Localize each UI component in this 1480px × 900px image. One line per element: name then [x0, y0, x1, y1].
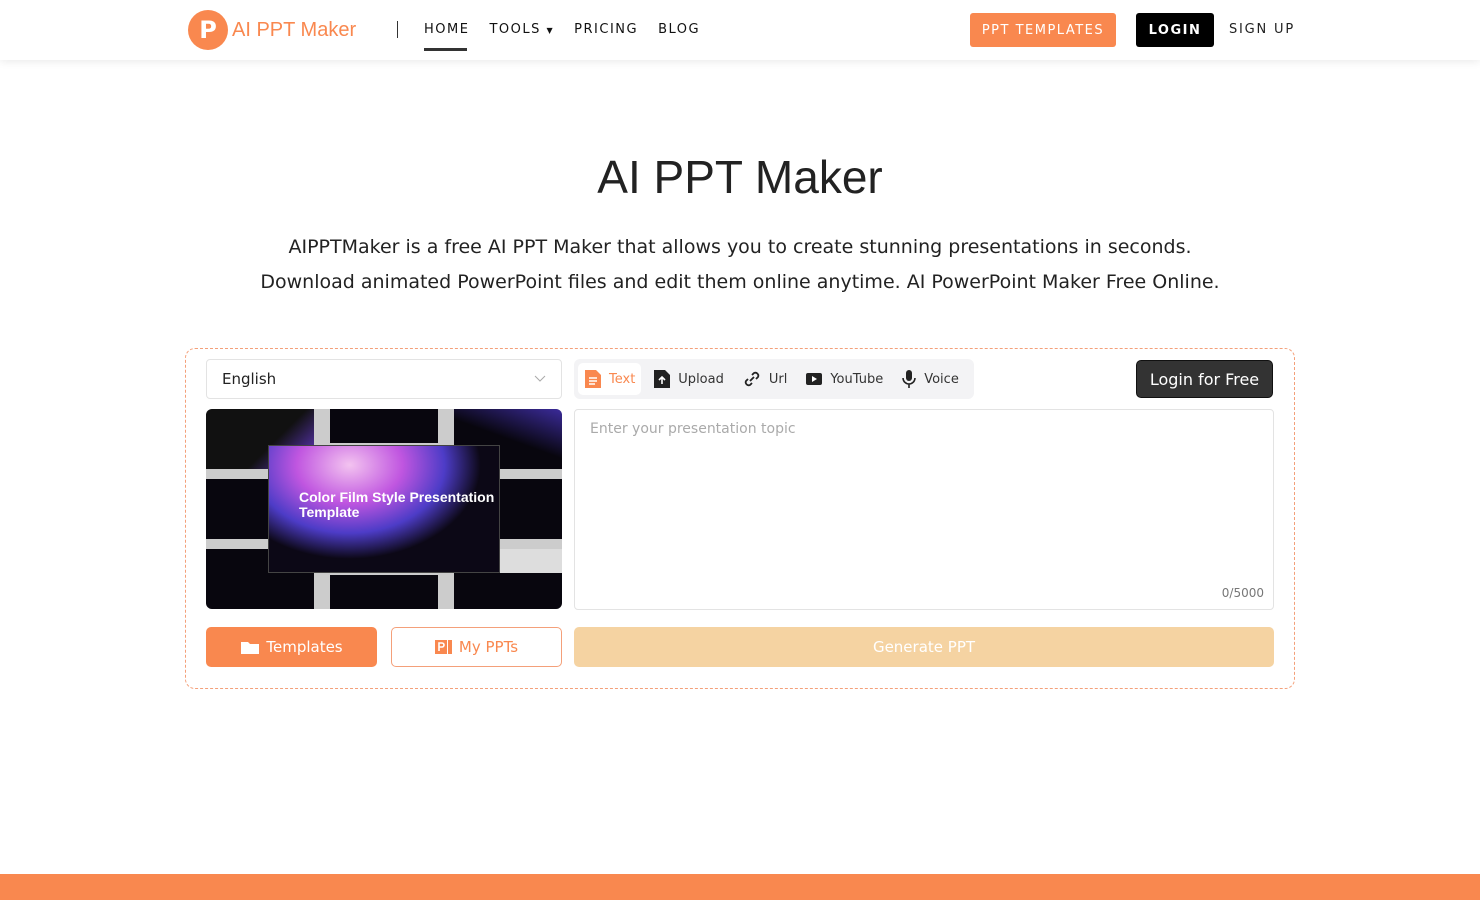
tab-label: Url — [768, 371, 788, 387]
tab-url[interactable]: Url — [736, 363, 793, 395]
logo[interactable]: P AI PPT Maker — [188, 10, 356, 50]
logo-icon: P — [188, 10, 228, 50]
input-mode-tabs: Text Upload Url YouTube Voice — [574, 359, 974, 399]
language-select[interactable]: English — [206, 359, 562, 399]
login-for-free-button[interactable]: Login for Free — [1136, 360, 1273, 398]
tab-label: Text — [609, 371, 636, 387]
youtube-icon — [806, 373, 823, 385]
tab-label: Upload — [678, 371, 724, 387]
hero-description-1: AIPPTMaker is a free AI PPT Maker that a… — [288, 236, 1192, 258]
link-icon — [744, 371, 760, 387]
logo-text: AI PPT Maker — [232, 18, 357, 41]
generate-ppt-button[interactable]: Generate PPT — [574, 627, 1274, 667]
nav-tools[interactable]: TOOLS ▼ — [489, 22, 554, 45]
tab-label: YouTube — [830, 371, 884, 387]
powerpoint-icon — [434, 640, 452, 654]
divider — [397, 21, 398, 38]
preview-main-slide: Color Film Style Presentation Template — [268, 445, 500, 573]
topic-input[interactable] — [575, 410, 1273, 609]
tab-youtube[interactable]: YouTube — [799, 366, 889, 393]
footer-band — [0, 874, 1480, 900]
login-button[interactable]: LOGIN — [1136, 13, 1214, 47]
tab-label: Voice — [924, 371, 959, 387]
page-title: AI PPT Maker — [597, 151, 883, 203]
language-value: English — [222, 370, 277, 388]
nav-blog[interactable]: BLOG — [658, 22, 700, 45]
template-preview[interactable]: Color Film Style Presentation Template — [206, 409, 562, 609]
nav-tools-label: TOOLS — [489, 22, 541, 37]
topic-textarea-wrap: 0/5000 — [574, 409, 1274, 610]
tab-text[interactable]: Text — [578, 363, 642, 395]
folder-icon — [241, 642, 260, 654]
preview-title: Color Film Style Presentation Template — [299, 489, 495, 520]
nav-home[interactable]: HOME — [424, 22, 469, 51]
ppt-templates-button[interactable]: PPT TEMPLATES — [970, 13, 1116, 47]
char-count: 0/5000 — [1221, 586, 1264, 600]
templates-label: Templates — [266, 638, 343, 656]
document-icon — [585, 370, 601, 388]
tab-voice[interactable]: Voice — [895, 363, 965, 395]
chevron-down-icon — [534, 375, 546, 382]
nav-pricing[interactable]: PRICING — [574, 22, 638, 45]
caret-down-icon: ▼ — [546, 26, 555, 35]
upload-icon — [654, 370, 671, 388]
signup-link[interactable]: SIGN UP — [1229, 22, 1295, 37]
top-nav: P AI PPT Maker HOME TOOLS ▼ PRICING BLOG… — [0, 0, 1480, 60]
tab-upload[interactable]: Upload — [647, 363, 730, 395]
my-ppts-button[interactable]: My PPTs — [391, 627, 562, 667]
microphone-icon — [902, 370, 917, 388]
my-ppts-label: My PPTs — [458, 638, 519, 656]
hero-description-2: Download animated PowerPoint files and e… — [260, 271, 1220, 293]
templates-button[interactable]: Templates — [206, 627, 377, 667]
